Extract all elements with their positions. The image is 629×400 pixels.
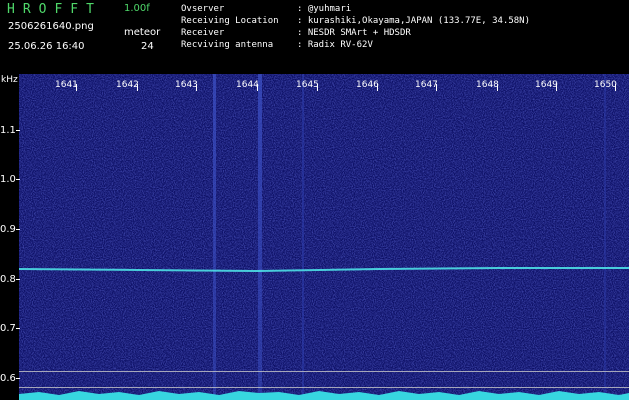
- x-tick-label: 1644: [236, 80, 259, 90]
- y-tick: [16, 130, 20, 131]
- x-tick-label: 1650: [594, 80, 617, 90]
- info-row: Ovserver: @yuhmari: [181, 4, 352, 14]
- y-tick: [16, 229, 20, 230]
- x-tick: [196, 84, 197, 91]
- file-name: 2506261640.png: [8, 21, 94, 32]
- x-tick-label: 1645: [296, 80, 319, 90]
- info-row: Recviving antenna: Radix RV-62V: [181, 40, 373, 50]
- x-tick-label: 1643: [175, 80, 198, 90]
- x-tick-label: 1642: [116, 80, 139, 90]
- x-tick: [615, 84, 616, 91]
- x-tick: [76, 84, 77, 91]
- x-tick: [377, 84, 378, 91]
- x-tick-label: 1641: [55, 80, 78, 90]
- datetime-label: 25.06.26 16:40: [8, 41, 85, 52]
- header: HROFFT 1.00f 2506261640.png meteor 25.06…: [0, 0, 629, 74]
- y-tick: [16, 378, 20, 379]
- reference-line: [19, 387, 629, 388]
- reference-line: [19, 371, 629, 372]
- interference-line: [302, 74, 304, 400]
- y-tick: [16, 328, 20, 329]
- info-row: Receiving Location: kurashiki,Okayama,JA…: [181, 16, 530, 26]
- interference-line: [604, 74, 606, 400]
- y-tick: [16, 179, 20, 180]
- unit-label: kHz: [1, 75, 18, 85]
- spectrogram: [19, 74, 629, 400]
- x-tick: [497, 84, 498, 91]
- app-logo: HROFFT: [7, 2, 102, 17]
- x-tick: [137, 84, 138, 91]
- x-tick-label: 1649: [535, 80, 558, 90]
- mode-label: meteor: [124, 27, 161, 38]
- x-tick-label: 1647: [415, 80, 438, 90]
- spectrogram-noise: [19, 74, 629, 400]
- x-tick: [317, 84, 318, 91]
- x-tick: [257, 84, 258, 91]
- interference-line: [258, 74, 262, 400]
- station-info: Ovserver: @yuhmari Receiving Location: k…: [181, 3, 530, 51]
- x-tick-label: 1646: [356, 80, 379, 90]
- count-label: 24: [141, 41, 154, 52]
- y-tick: [16, 279, 20, 280]
- interference-line: [213, 74, 216, 400]
- version-label: 1.00f: [124, 3, 150, 14]
- info-row: Receiver: NESDR SMArt + HDSDR: [181, 28, 411, 38]
- x-tick-label: 1648: [476, 80, 499, 90]
- x-tick: [436, 84, 437, 91]
- x-tick: [556, 84, 557, 91]
